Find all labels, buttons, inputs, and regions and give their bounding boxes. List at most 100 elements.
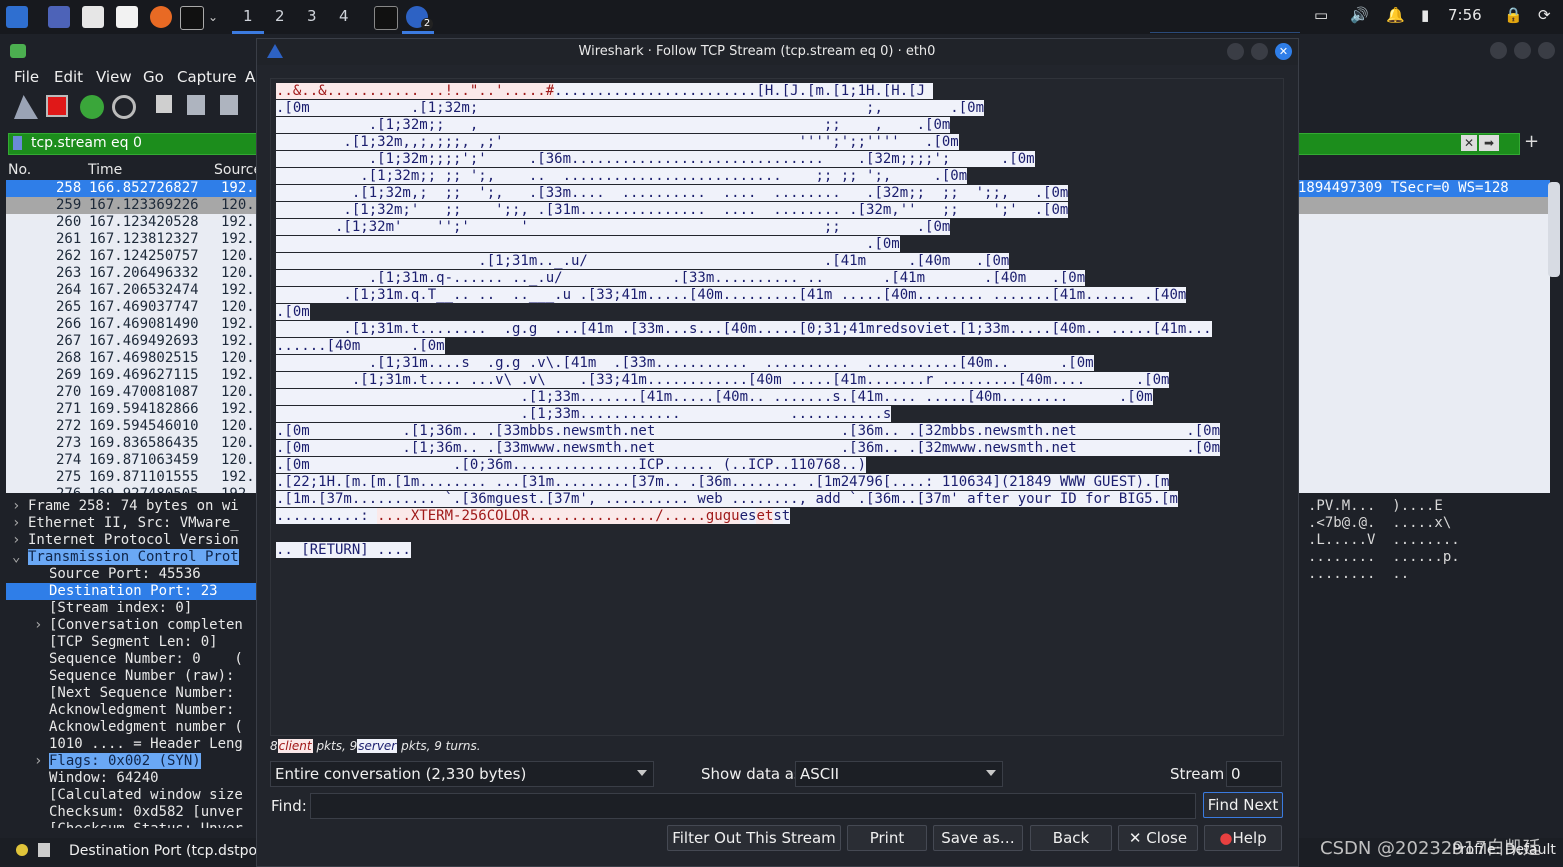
help-button[interactable]: ●Help xyxy=(1204,825,1282,851)
conversation-select[interactable]: Entire conversation (2,330 bytes) xyxy=(270,761,654,787)
expert-info-icon[interactable] xyxy=(16,844,28,856)
main-maximize-button[interactable] xyxy=(1514,42,1531,59)
menu-analyze[interactable]: A xyxy=(245,68,255,86)
main-close-button[interactable] xyxy=(1538,42,1555,59)
detail-row[interactable]: › Flags: 0x002 (SYN) xyxy=(6,753,256,770)
menu-go[interactable]: Go xyxy=(143,68,164,86)
chevron-right-icon[interactable]: › xyxy=(34,753,42,769)
print-button[interactable]: Print xyxy=(847,825,927,851)
detail-row[interactable]: [Next Sequence Number: xyxy=(6,685,256,702)
packet-no: 266 xyxy=(56,316,82,332)
chevron-right-icon[interactable]: › xyxy=(34,617,42,633)
detail-row[interactable]: › Ethernet II, Src: VMware_ xyxy=(6,515,256,532)
notification-bell-icon[interactable]: 🔔 xyxy=(1386,6,1405,24)
detail-row[interactable]: Acknowledgment Number: xyxy=(6,702,256,719)
capture-options-icon[interactable] xyxy=(112,95,136,119)
detail-row[interactable]: Window: 64240 xyxy=(6,770,256,787)
lock-icon[interactable]: 🔒 xyxy=(1504,6,1523,24)
detail-row[interactable]: 1010 .... = Header Leng xyxy=(6,736,256,753)
dialog-maximize-button[interactable] xyxy=(1251,43,1268,60)
stream-line: .[1;32m' '';' ' ;; .[0m xyxy=(276,219,951,235)
menu-file[interactable]: File xyxy=(14,68,39,86)
detail-row[interactable]: › Internet Protocol Version xyxy=(6,532,256,549)
server-text: .[1;31m.q.T__.. .. ..___.u .[33;41m.....… xyxy=(276,287,1187,303)
workspace-3[interactable]: 3 xyxy=(307,7,317,25)
main-minimize-button[interactable] xyxy=(1490,42,1507,59)
workspace-4[interactable]: 4 xyxy=(339,7,349,25)
packet-source: 192. xyxy=(221,316,255,332)
menu-edit[interactable]: Edit xyxy=(54,68,83,86)
server-text: .[1;32m;;;;';' .[36m....................… xyxy=(276,151,1035,167)
stop-capture-icon[interactable] xyxy=(46,95,68,117)
bookmark-icon[interactable] xyxy=(13,136,22,150)
detail-row[interactable]: [Checksum Status: Unver xyxy=(6,821,256,828)
show-data-select[interactable]: ASCII xyxy=(795,761,1003,787)
packet-no: 263 xyxy=(56,265,82,281)
col-source[interactable]: Source xyxy=(214,162,262,178)
apply-filter-icon[interactable]: ➡ xyxy=(1479,135,1499,151)
detail-row[interactable]: Source Port: 45536 xyxy=(6,566,256,583)
power-icon[interactable]: ⟳ xyxy=(1538,6,1551,24)
restart-capture-icon[interactable] xyxy=(80,95,104,119)
display-icon[interactable]: ▭ xyxy=(1314,6,1328,24)
add-filter-button[interactable]: + xyxy=(1524,131,1539,152)
dialog-close-button[interactable]: ✕ xyxy=(1275,43,1292,60)
volume-icon[interactable]: 🔊 xyxy=(1350,6,1369,24)
save-file-icon[interactable] xyxy=(187,95,205,115)
terminal-window-icon[interactable] xyxy=(374,6,398,30)
detail-row[interactable]: › [Conversation completen xyxy=(6,617,256,634)
col-time[interactable]: Time xyxy=(88,162,122,178)
workspace-2[interactable]: 2 xyxy=(275,7,285,25)
packet-no: 274 xyxy=(56,452,82,468)
files-icon[interactable] xyxy=(82,6,104,28)
dialog-minimize-button[interactable] xyxy=(1227,43,1244,60)
detail-row[interactable]: Acknowledgment number ( xyxy=(6,719,256,736)
close-button[interactable]: ✕ Close xyxy=(1118,825,1198,851)
chevron-right-icon[interactable]: › xyxy=(12,498,20,514)
kali-menu-icon[interactable] xyxy=(6,6,28,28)
open-file-icon[interactable] xyxy=(156,95,172,113)
chevron-down-icon[interactable]: ⌄ xyxy=(12,549,20,565)
clear-filter-icon[interactable]: ✕ xyxy=(1461,135,1477,151)
detail-row[interactable]: Checksum: 0xd582 [unver xyxy=(6,804,256,821)
close-file-icon[interactable] xyxy=(220,95,238,115)
save-as-button[interactable]: Save as… xyxy=(933,825,1023,851)
find-input[interactable] xyxy=(310,793,1196,819)
hex-row: ........ .. xyxy=(1308,566,1410,582)
chevron-down-icon[interactable]: ⌄ xyxy=(208,10,218,24)
chevron-right-icon[interactable]: › xyxy=(12,532,20,548)
packet-no: 259 xyxy=(56,197,82,213)
workspace-1[interactable]: 1 xyxy=(243,7,253,25)
packet-no: 265 xyxy=(56,299,82,315)
detail-row[interactable]: [TCP Segment Len: 0] xyxy=(6,634,256,651)
capture-comment-icon[interactable] xyxy=(38,843,50,857)
filter-out-stream-button[interactable]: Filter Out This Stream xyxy=(667,825,841,851)
display-filter-input[interactable]: tcp.stream eq 0 xyxy=(31,135,142,151)
packet-details-tree[interactable]: › Frame 258: 74 bytes on wi › Ethernet II, … xyxy=(6,498,256,828)
clock[interactable]: 7:56 xyxy=(1448,6,1482,24)
stream-spinbox[interactable]: 0 xyxy=(1226,761,1282,787)
text-editor-icon[interactable] xyxy=(116,6,138,28)
menu-capture[interactable]: Capture xyxy=(177,68,237,86)
stream-line: .[1;33m............ ...........s xyxy=(276,406,892,422)
col-no[interactable]: No. xyxy=(8,162,31,178)
menu-view[interactable]: View xyxy=(96,68,132,86)
detail-row[interactable]: › Frame 258: 74 bytes on wi xyxy=(6,498,256,515)
desktop-icon[interactable] xyxy=(48,6,70,28)
stream-line: .[0m .[1;36m.. .[33mbbs.newsmth.net .[36… xyxy=(276,423,1221,439)
firefox-icon[interactable] xyxy=(150,6,172,28)
terminal-icon[interactable] xyxy=(180,6,204,30)
detail-row[interactable]: Sequence Number: 0 ( xyxy=(6,651,256,668)
find-next-button[interactable]: Find Next xyxy=(1203,792,1283,818)
packet-bytes-pane[interactable]: .PV.M... )....E .<7b@.@. .....x\ .L.....V … xyxy=(1300,498,1560,828)
detail-row[interactable]: Sequence Number (raw): xyxy=(6,668,256,685)
chevron-right-icon[interactable]: › xyxy=(12,515,20,531)
back-button[interactable]: Back xyxy=(1030,825,1112,851)
stream-content[interactable]: ..&..&........... ..!.."..'.....#.......… xyxy=(270,78,1284,736)
packet-list-scrollbar[interactable] xyxy=(1548,182,1560,277)
hex-row: .L.....V ........ xyxy=(1308,532,1460,548)
detail-row[interactable]: [Calculated window size xyxy=(6,787,256,804)
detail-row[interactable]: ⌄ Transmission Control Prot xyxy=(6,549,256,566)
detail-row[interactable]: [Stream index: 0] xyxy=(6,600,256,617)
detail-row[interactable]: Destination Port: 23 xyxy=(6,583,256,600)
